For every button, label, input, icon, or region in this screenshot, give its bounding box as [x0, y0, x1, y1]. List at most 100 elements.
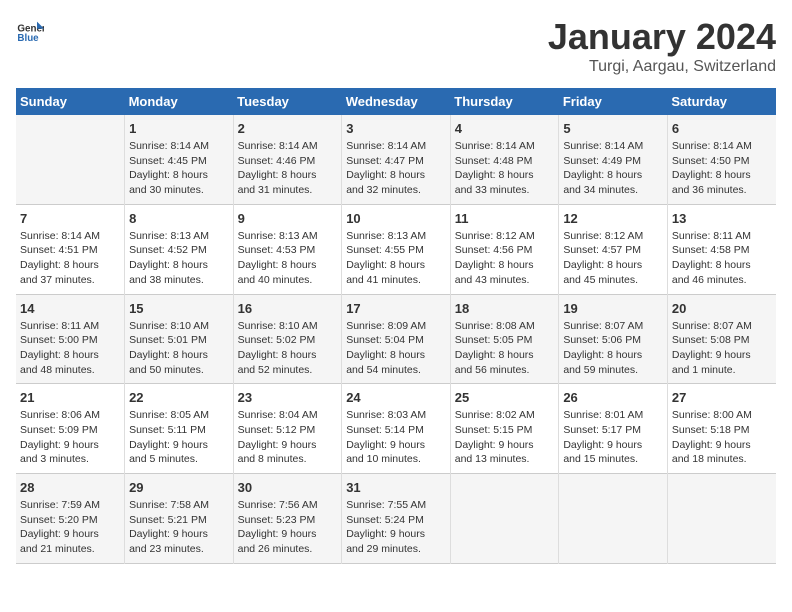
weekday-header: Sunday — [16, 88, 125, 115]
calendar-cell — [559, 474, 668, 564]
calendar-cell — [16, 115, 125, 204]
calendar-week-row: 7 Sunrise: 8:14 AMSunset: 4:51 PMDaylight… — [16, 204, 776, 294]
day-number: 27 — [672, 390, 772, 405]
day-number: 7 — [20, 211, 120, 226]
logo: General Blue — [16, 16, 44, 44]
day-number: 24 — [346, 390, 446, 405]
calendar-cell: 10Sunrise: 8:13 AMSunset: 4:55 PMDayligh… — [342, 204, 451, 294]
calendar-cell: 31 Sunrise: 7:55 AMSunset: 5:24 PMDayligh… — [342, 474, 451, 564]
day-info: Sunrise: 8:08 AMSunset: 5:05 PMDaylight:… — [455, 319, 555, 378]
day-info: Sunrise: 8:09 AMSunset: 5:04 PMDaylight:… — [346, 319, 446, 378]
calendar-cell: 29 Sunrise: 7:58 AMSunset: 5:21 PMDayligh… — [125, 474, 234, 564]
day-info: Sunrise: 8:14 AMSunset: 4:49 PMDaylight:… — [563, 139, 663, 198]
calendar-cell: 13Sunrise: 8:11 AMSunset: 4:58 PMDayligh… — [667, 204, 776, 294]
day-number: 10 — [346, 211, 446, 226]
day-number: 30 — [238, 480, 338, 495]
day-number: 16 — [238, 301, 338, 316]
calendar-week-row: 28 Sunrise: 7:59 AMSunset: 5:20 PMDayligh… — [16, 474, 776, 564]
day-number: 14 — [20, 301, 120, 316]
day-info: Sunrise: 8:00 AMSunset: 5:18 PMDaylight:… — [672, 408, 772, 467]
day-number: 12 — [563, 211, 663, 226]
day-info: Sunrise: 8:02 AMSunset: 5:15 PMDaylight:… — [455, 408, 555, 467]
day-number: 26 — [563, 390, 663, 405]
day-info: Sunrise: 8:07 AMSunset: 5:08 PMDaylight:… — [672, 319, 772, 378]
day-number: 19 — [563, 301, 663, 316]
day-info: Sunrise: 8:03 AMSunset: 5:14 PMDaylight:… — [346, 408, 446, 467]
day-info: Sunrise: 8:07 AMSunset: 5:06 PMDaylight:… — [563, 319, 663, 378]
day-number: 31 — [346, 480, 446, 495]
day-info: Sunrise: 7:59 AMSunset: 5:20 PMDaylight:… — [20, 498, 120, 557]
calendar-cell: 7 Sunrise: 8:14 AMSunset: 4:51 PMDaylight… — [16, 204, 125, 294]
calendar-cell: 20 Sunrise: 8:07 AMSunset: 5:08 PMDayligh… — [667, 294, 776, 384]
calendar-cell: 11 Sunrise: 8:12 AMSunset: 4:56 PMDayligh… — [450, 204, 559, 294]
calendar-cell: 5 Sunrise: 8:14 AMSunset: 4:49 PMDaylight… — [559, 115, 668, 204]
day-info: Sunrise: 7:58 AMSunset: 5:21 PMDaylight:… — [129, 498, 229, 557]
calendar-cell: 9 Sunrise: 8:13 AMSunset: 4:53 PMDaylight… — [233, 204, 342, 294]
day-info: Sunrise: 8:11 AMSunset: 4:58 PMDaylight:… — [672, 229, 772, 288]
day-info: Sunrise: 8:12 AMSunset: 4:56 PMDaylight:… — [455, 229, 555, 288]
calendar-week-row: 1Sunrise: 8:14 AMSunset: 4:45 PMDaylight… — [16, 115, 776, 204]
calendar-title: January 2024 — [548, 16, 776, 58]
day-number: 23 — [238, 390, 338, 405]
calendar-cell: 22 Sunrise: 8:05 AMSunset: 5:11 PMDayligh… — [125, 384, 234, 474]
calendar-cell — [450, 474, 559, 564]
day-info: Sunrise: 7:55 AMSunset: 5:24 PMDaylight:… — [346, 498, 446, 557]
calendar-cell — [667, 474, 776, 564]
calendar-cell: 3 Sunrise: 8:14 AMSunset: 4:47 PMDaylight… — [342, 115, 451, 204]
calendar-cell: 1Sunrise: 8:14 AMSunset: 4:45 PMDaylight… — [125, 115, 234, 204]
header: General Blue January 2024 Turgi, Aargau,… — [16, 16, 776, 76]
calendar-cell: 21 Sunrise: 8:06 AMSunset: 5:09 PMDayligh… — [16, 384, 125, 474]
day-number: 28 — [20, 480, 120, 495]
day-number: 18 — [455, 301, 555, 316]
logo-icon: General Blue — [16, 16, 44, 44]
calendar-cell: 24 Sunrise: 8:03 AMSunset: 5:14 PMDayligh… — [342, 384, 451, 474]
weekday-header: Friday — [559, 88, 668, 115]
day-number: 11 — [455, 211, 555, 226]
calendar-cell: 6 Sunrise: 8:14 AMSunset: 4:50 PMDaylight… — [667, 115, 776, 204]
day-number: 5 — [563, 121, 663, 136]
day-number: 3 — [346, 121, 446, 136]
calendar-week-row: 14 Sunrise: 8:11 AMSunset: 5:00 PMDayligh… — [16, 294, 776, 384]
calendar-cell: 16Sunrise: 8:10 AMSunset: 5:02 PMDayligh… — [233, 294, 342, 384]
day-number: 21 — [20, 390, 120, 405]
day-info: Sunrise: 8:14 AMSunset: 4:47 PMDaylight:… — [346, 139, 446, 198]
day-info: Sunrise: 8:12 AMSunset: 4:57 PMDaylight:… — [563, 229, 663, 288]
calendar-cell: 23 Sunrise: 8:04 AMSunset: 5:12 PMDayligh… — [233, 384, 342, 474]
calendar-cell: 14 Sunrise: 8:11 AMSunset: 5:00 PMDayligh… — [16, 294, 125, 384]
calendar-cell: 15Sunrise: 8:10 AMSunset: 5:01 PMDayligh… — [125, 294, 234, 384]
calendar-body: 1Sunrise: 8:14 AMSunset: 4:45 PMDaylight… — [16, 115, 776, 563]
day-info: Sunrise: 8:14 AMSunset: 4:50 PMDaylight:… — [672, 139, 772, 198]
day-info: Sunrise: 8:14 AMSunset: 4:46 PMDaylight:… — [238, 139, 338, 198]
day-number: 4 — [455, 121, 555, 136]
day-info: Sunrise: 8:06 AMSunset: 5:09 PMDaylight:… — [20, 408, 120, 467]
day-number: 29 — [129, 480, 229, 495]
day-info: Sunrise: 8:04 AMSunset: 5:12 PMDaylight:… — [238, 408, 338, 467]
weekday-header: Wednesday — [342, 88, 451, 115]
calendar-cell: 4 Sunrise: 8:14 AMSunset: 4:48 PMDaylight… — [450, 115, 559, 204]
day-number: 6 — [672, 121, 772, 136]
day-info: Sunrise: 8:11 AMSunset: 5:00 PMDaylight:… — [20, 319, 120, 378]
day-number: 9 — [238, 211, 338, 226]
day-number: 8 — [129, 211, 229, 226]
calendar-cell: 17 Sunrise: 8:09 AMSunset: 5:04 PMDayligh… — [342, 294, 451, 384]
calendar-week-row: 21 Sunrise: 8:06 AMSunset: 5:09 PMDayligh… — [16, 384, 776, 474]
day-number: 17 — [346, 301, 446, 316]
day-info: Sunrise: 8:14 AMSunset: 4:45 PMDaylight:… — [129, 139, 229, 198]
day-number: 20 — [672, 301, 772, 316]
calendar-cell: 27 Sunrise: 8:00 AMSunset: 5:18 PMDayligh… — [667, 384, 776, 474]
calendar-cell: 2Sunrise: 8:14 AMSunset: 4:46 PMDaylight… — [233, 115, 342, 204]
day-info: Sunrise: 8:05 AMSunset: 5:11 PMDaylight:… — [129, 408, 229, 467]
calendar-cell: 26Sunrise: 8:01 AMSunset: 5:17 PMDayligh… — [559, 384, 668, 474]
calendar-cell: 19 Sunrise: 8:07 AMSunset: 5:06 PMDayligh… — [559, 294, 668, 384]
weekday-header: Saturday — [667, 88, 776, 115]
svg-text:Blue: Blue — [17, 33, 39, 44]
calendar-cell: 18 Sunrise: 8:08 AMSunset: 5:05 PMDayligh… — [450, 294, 559, 384]
day-info: Sunrise: 8:14 AMSunset: 4:48 PMDaylight:… — [455, 139, 555, 198]
day-info: Sunrise: 8:13 AMSunset: 4:53 PMDaylight:… — [238, 229, 338, 288]
day-number: 22 — [129, 390, 229, 405]
calendar-cell: 30Sunrise: 7:56 AMSunset: 5:23 PMDayligh… — [233, 474, 342, 564]
calendar-cell: 12 Sunrise: 8:12 AMSunset: 4:57 PMDayligh… — [559, 204, 668, 294]
calendar-cell: 8Sunrise: 8:13 AMSunset: 4:52 PMDaylight… — [125, 204, 234, 294]
calendar-subtitle: Turgi, Aargau, Switzerland — [548, 58, 776, 76]
day-info: Sunrise: 8:14 AMSunset: 4:51 PMDaylight:… — [20, 229, 120, 288]
